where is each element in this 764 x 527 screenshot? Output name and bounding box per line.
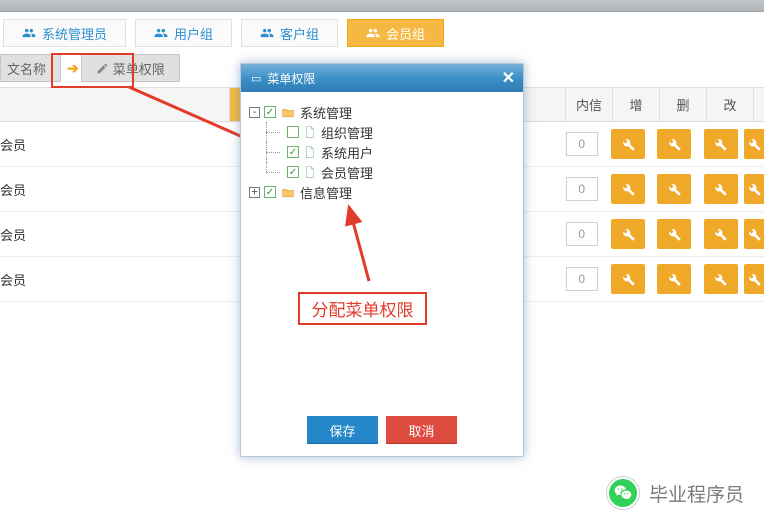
tree-expand-icon[interactable]: + (249, 187, 260, 198)
breadcrumb-arrow-icon: ➔ (67, 60, 79, 77)
edit-del-button[interactable] (657, 129, 691, 159)
tab-custgroup[interactable]: 客户组 (241, 19, 338, 47)
save-button[interactable]: 保存 (307, 416, 378, 444)
tree-node-info[interactable]: 信息管理 (300, 183, 352, 202)
annotation-label: 分配菜单权限 (298, 292, 427, 325)
close-icon[interactable]: ✕ (502, 68, 515, 88)
edit-mod-button[interactable] (704, 174, 738, 204)
users-icon (154, 26, 168, 40)
users-icon (22, 26, 36, 40)
watermark-text: 毕业程序员 (649, 480, 744, 507)
rename-label: 文名称 (7, 59, 46, 78)
users-icon (260, 26, 274, 40)
row-name: 会员 (0, 270, 227, 289)
col-extra (754, 88, 764, 121)
edit-del-button[interactable] (657, 219, 691, 249)
row-name: 会员 (0, 180, 227, 199)
edit-del-button[interactable] (657, 264, 691, 294)
modal-title: 菜单权限 (267, 70, 315, 87)
edit-add-button[interactable] (611, 174, 645, 204)
tree-collapse-icon[interactable]: - (249, 107, 260, 118)
perm-tree: - ✓ 系统管理 ✓ 组织管理 ✓ 系统用户 ✓ 会员管理 (241, 92, 523, 412)
tree-checkbox[interactable]: ✓ (287, 146, 299, 158)
users-icon (366, 26, 380, 40)
window-icon: ▭ (251, 72, 261, 85)
count-input[interactable] (566, 222, 598, 246)
rename-button[interactable]: 文名称 (0, 54, 61, 82)
count-input[interactable] (566, 177, 598, 201)
menuperm-modal: ▭ 菜单权限 ✕ - ✓ 系统管理 ✓ 组织管理 ✓ 系统用户 (240, 63, 524, 457)
tab-membergroup[interactable]: 会员组 (347, 19, 444, 47)
edit-add-button[interactable] (611, 129, 645, 159)
file-icon (303, 145, 317, 159)
edit-add-button[interactable] (611, 264, 645, 294)
edit-extra-button[interactable] (744, 219, 764, 249)
tab-usergroup[interactable]: 用户组 (135, 19, 232, 47)
count-input[interactable] (566, 132, 598, 156)
edit-add-button[interactable] (611, 219, 645, 249)
tab-sysadmin[interactable]: 系统管理员 (3, 19, 126, 47)
row-name: 会员 (0, 135, 227, 154)
col-name (0, 88, 230, 121)
menuperm-label: 菜单权限 (113, 59, 165, 78)
file-icon (303, 125, 317, 139)
col-mod: 改 (707, 88, 754, 121)
col-add: 增 (613, 88, 660, 121)
pencil-icon (96, 62, 109, 75)
tree-node-org[interactable]: 组织管理 (321, 123, 373, 142)
role-tabs: 系统管理员 用户组 客户组 会员组 (0, 12, 764, 54)
file-icon (303, 165, 317, 179)
menuperm-button[interactable]: 菜单权限 (81, 54, 180, 82)
watermark: 毕业程序员 (607, 477, 744, 509)
modal-header[interactable]: ▭ 菜单权限 ✕ (241, 64, 523, 92)
tree-checkbox[interactable]: ✓ (264, 106, 276, 118)
edit-extra-button[interactable] (744, 264, 764, 294)
wechat-icon (607, 477, 639, 509)
edit-extra-button[interactable] (744, 129, 764, 159)
tree-checkbox[interactable]: ✓ (287, 166, 299, 178)
col-innermsg: 内信 (566, 88, 613, 121)
row-name: 会员 (0, 225, 227, 244)
edit-extra-button[interactable] (744, 174, 764, 204)
tree-node-sysuser[interactable]: 系统用户 (321, 143, 373, 162)
count-input[interactable] (566, 267, 598, 291)
tree-node-sysmgmt[interactable]: 系统管理 (300, 103, 352, 122)
folder-icon (280, 106, 296, 119)
tab-custgroup-label: 客户组 (280, 24, 319, 43)
tab-sysadmin-label: 系统管理员 (42, 24, 107, 43)
tab-usergroup-label: 用户组 (174, 24, 213, 43)
col-del: 删 (660, 88, 707, 121)
tab-membergroup-label: 会员组 (386, 24, 425, 43)
cancel-button[interactable]: 取消 (386, 416, 457, 444)
folder-icon (280, 186, 296, 199)
tree-checkbox[interactable]: ✓ (264, 186, 276, 198)
tree-checkbox[interactable]: ✓ (287, 126, 299, 138)
edit-mod-button[interactable] (704, 129, 738, 159)
tree-node-member[interactable]: 会员管理 (321, 163, 373, 182)
edit-mod-button[interactable] (704, 219, 738, 249)
edit-del-button[interactable] (657, 174, 691, 204)
edit-mod-button[interactable] (704, 264, 738, 294)
